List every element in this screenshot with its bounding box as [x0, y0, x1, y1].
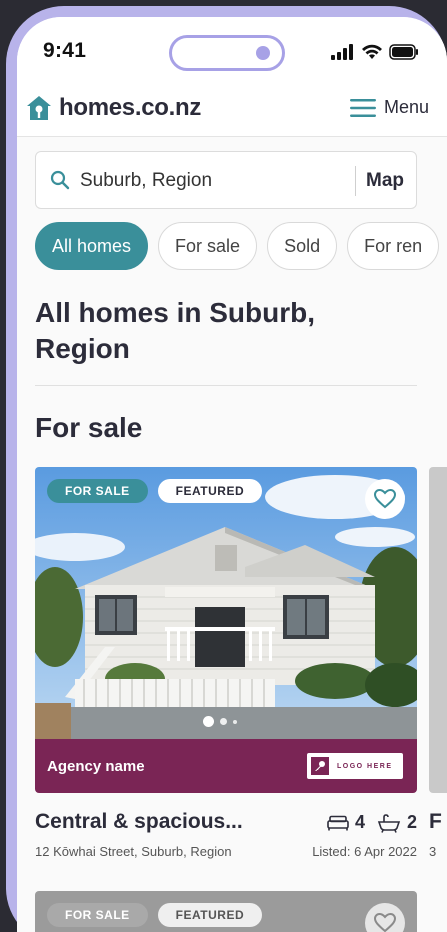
status-bar: 9:41	[17, 17, 447, 79]
bathroom-count: 2	[406, 812, 417, 832]
next-listing-address-fragment: 3	[429, 844, 437, 859]
agency-name: Agency name	[47, 757, 145, 775]
listing-card-2[interactable]: FOR SALE FEATURED	[35, 891, 417, 932]
featured-badge-2: FEATURED	[157, 903, 263, 927]
key-icon	[315, 761, 325, 771]
featured-badge: FEATURED	[157, 479, 263, 503]
section-title: For sale	[35, 412, 143, 443]
favourite-button-2[interactable]	[365, 903, 405, 932]
for-sale-badge-2: FOR SALE	[47, 903, 148, 927]
listing-title[interactable]: Central & spacious...	[35, 810, 243, 834]
map-button[interactable]: Map	[366, 170, 404, 192]
carousel-dot-active[interactable]	[203, 716, 214, 727]
heart-icon	[374, 489, 396, 509]
bedroom-count: 4	[354, 812, 365, 832]
search-input[interactable]: Suburb, Region Map	[35, 151, 417, 209]
listing-2-badges: FOR SALE FEATURED	[47, 903, 263, 927]
house-logo-icon	[27, 96, 51, 120]
agency-bar: Agency name LOGO HERE	[35, 739, 417, 793]
agency-logo: LOGO HERE	[307, 753, 403, 779]
house-photo	[35, 467, 417, 739]
next-listing-peek[interactable]	[429, 467, 447, 793]
signal-icon	[331, 44, 353, 60]
app-screen: 9:41 homes.co.nz Menu Suburb, Region Map…	[17, 17, 447, 932]
agency-logo-mark	[311, 757, 329, 775]
battery-icon	[389, 44, 418, 60]
page-title: All homes in Suburb, Region	[35, 297, 316, 364]
status-icons	[331, 44, 419, 60]
heart-icon	[374, 913, 396, 932]
logo-text: homes.co.nz	[59, 94, 202, 121]
listing-address: 12 Kōwhai Street, Suburb, Region	[35, 844, 232, 859]
chip-sold[interactable]: Sold	[267, 222, 338, 270]
chip-all-homes[interactable]: All homes	[35, 222, 149, 270]
homes-logo[interactable]: homes.co.nz	[25, 94, 201, 122]
listing-date: Listed: 6 Apr 2022	[312, 844, 417, 859]
listing-photo[interactable]: FOR SALE FEATURED	[35, 467, 417, 739]
hamburger-icon	[349, 98, 376, 117]
bath-icon	[377, 813, 401, 833]
dynamic-island	[169, 35, 285, 71]
search-value: Suburb, Region	[80, 170, 213, 191]
favourite-button[interactable]	[365, 479, 405, 519]
camera-dot	[256, 46, 270, 60]
app-header: homes.co.nz Menu	[17, 79, 447, 137]
listing-features: 4 2	[327, 812, 417, 833]
status-time: 9:41	[43, 39, 87, 62]
carousel-dot[interactable]	[233, 719, 237, 724]
menu-label: Menu	[383, 97, 429, 117]
bed-icon	[327, 815, 349, 830]
section-divider	[35, 385, 417, 386]
carousel-dot[interactable]	[220, 718, 227, 725]
for-sale-badge: FOR SALE	[47, 479, 148, 503]
filter-chips: All homes For sale Sold For ren	[35, 222, 440, 270]
chip-for-rent[interactable]: For ren	[347, 222, 440, 270]
menu-button[interactable]: Menu	[349, 97, 429, 118]
listing-badges: FOR SALE FEATURED	[47, 479, 263, 503]
chip-for-sale[interactable]: For sale	[158, 222, 258, 270]
next-listing-title-fragment: F	[429, 810, 442, 833]
search-icon	[50, 170, 70, 190]
search-divider	[355, 166, 356, 196]
carousel-dots	[203, 716, 237, 727]
agency-logo-text: LOGO HERE	[337, 762, 393, 770]
listing-card[interactable]: FOR SALE FEATURED Agency name LOGO HERE …	[35, 467, 417, 859]
wifi-icon	[362, 44, 382, 59]
